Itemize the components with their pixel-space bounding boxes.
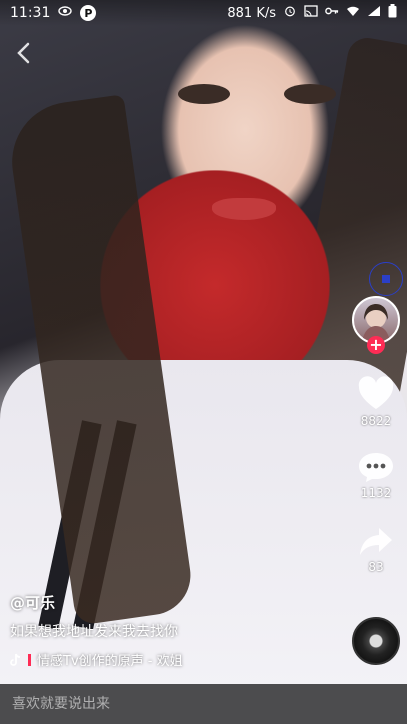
music-marker-icon: [28, 653, 31, 666]
comment-bar: [0, 684, 407, 724]
video-player[interactable]: [0, 0, 407, 724]
share-button[interactable]: 83: [352, 524, 400, 574]
chevron-left-icon: [17, 42, 30, 64]
comment-input[interactable]: [10, 695, 344, 713]
comment-icon: [359, 453, 393, 482]
comment-button[interactable]: 1132: [352, 450, 400, 500]
video-caption: 如果想我地址发来我去找你: [10, 624, 178, 640]
comment-count: 1132: [360, 486, 392, 500]
share-count: 83: [368, 560, 384, 574]
music-title: 情感Tv创作的原声 - 欢姐: [37, 654, 183, 669]
visibility-icon: [58, 5, 73, 21]
like-count: 8822: [360, 414, 392, 428]
wifi-icon: [346, 5, 360, 21]
creator-avatar-group[interactable]: +: [352, 296, 400, 354]
key-icon: [325, 5, 339, 21]
status-bar: 11:31 P 881 K/s: [0, 0, 407, 26]
creator-username[interactable]: @可乐: [10, 592, 55, 613]
record-indicator: [369, 262, 403, 296]
heart-icon: [358, 376, 394, 409]
cast-icon: [304, 5, 318, 21]
share-arrow-icon: [360, 528, 392, 555]
follow-plus-button[interactable]: +: [367, 336, 385, 354]
music-info[interactable]: 情感Tv创作的原声 - 欢姐: [10, 650, 183, 669]
alarm-icon: [283, 5, 297, 21]
p-badge-icon: P: [80, 5, 97, 21]
video-content: [178, 84, 230, 104]
tiktok-note-icon: [10, 653, 21, 666]
status-time: 11:31: [10, 5, 51, 21]
video-content: [212, 198, 276, 220]
video-content: [284, 84, 336, 104]
battery-icon: [388, 4, 397, 22]
back-button[interactable]: [10, 38, 38, 68]
network-speed: 881 K/s: [227, 5, 276, 21]
signal-icon: [367, 5, 381, 21]
like-button[interactable]: 8822: [352, 376, 400, 428]
music-disc-button[interactable]: [352, 617, 400, 665]
